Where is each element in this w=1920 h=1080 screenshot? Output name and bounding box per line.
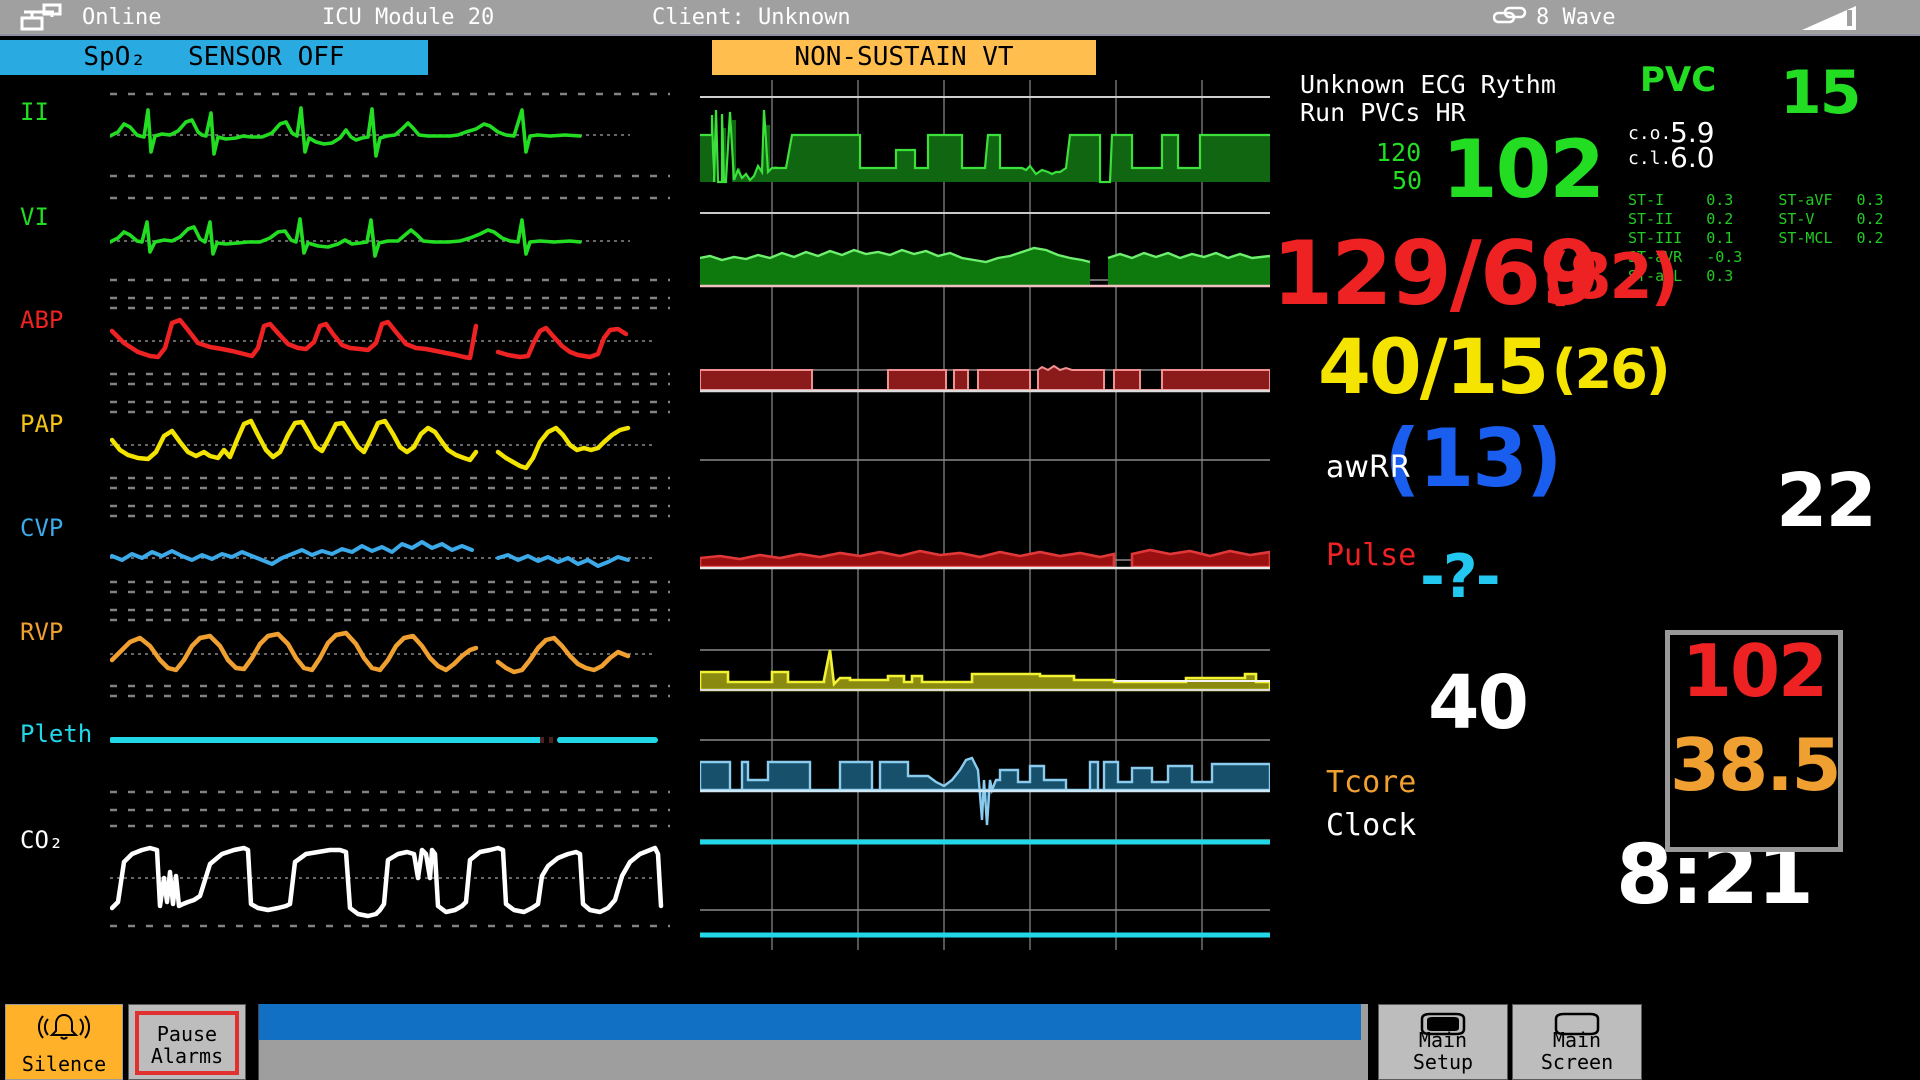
wave-layout-icon	[1493, 6, 1527, 28]
bell-alarm-icon	[34, 1011, 94, 1043]
status-bar-divider	[0, 34, 1920, 36]
heart-rate-value[interactable]: 102	[1442, 123, 1603, 216]
spo2-banner-message: SENSOR OFF	[188, 42, 345, 72]
wave-label-cvp: CVP	[20, 514, 63, 542]
waveform-trace-pap	[110, 390, 670, 494]
st-value: 0.3	[1690, 268, 1748, 285]
rvp-value[interactable]: -?-	[1420, 542, 1499, 612]
st-value: 0.2	[1841, 211, 1890, 228]
waveform-trace-cvp	[110, 494, 670, 598]
silence-alarm-button[interactable]: Silence	[5, 1004, 123, 1080]
module-name: ICU Module 20	[322, 0, 494, 36]
pap-value[interactable]: 40/15	[1318, 322, 1547, 411]
wave-label-ii: II	[20, 98, 49, 126]
bottom-button-bar: Silence Pause Alarms Main Setup	[0, 1002, 1920, 1080]
co2-value[interactable]: 40	[1428, 660, 1527, 746]
st-name: ST-I	[1628, 192, 1688, 209]
pulse-label: Pulse	[1326, 538, 1416, 573]
main-screen-label-line1: Main	[1513, 1029, 1641, 1051]
wave-mode-label[interactable]: 8 Wave	[1536, 0, 1615, 36]
cardiac-index-value[interactable]: 6.0	[1670, 141, 1715, 174]
ecg-rhythm-line1: Unknown ECG Rythm	[1300, 70, 1556, 99]
temperature-value: 38.5	[1670, 723, 1838, 807]
st-value: 0.3	[1841, 192, 1890, 209]
table-row: ST-II 0.2 ST-V 0.2	[1628, 211, 1890, 228]
cardiac-output-label: c.o.	[1628, 123, 1671, 144]
waveform-trace-rvp	[110, 598, 670, 702]
arrhythmia-banner-message: NON-SUSTAIN VT	[794, 42, 1013, 72]
table-row: ST-I 0.3 ST-aVF 0.3	[1628, 192, 1890, 209]
trend-panel	[700, 80, 1270, 950]
status-progress-bar[interactable]	[258, 1004, 1368, 1080]
pulse-value: 102	[1670, 629, 1838, 713]
ecg-rhythm-line2: Run PVCs HR	[1300, 98, 1466, 127]
pause-button-label-line1: Pause	[129, 1023, 245, 1045]
wave-label-vi: VI	[20, 203, 49, 231]
arrhythmia-alarm-banner[interactable]: NON-SUSTAIN VT	[712, 40, 1096, 75]
st-value: -0.3	[1690, 249, 1748, 266]
main-setup-label-line1: Main	[1379, 1029, 1507, 1051]
main-screen-button[interactable]: Main Screen	[1512, 1004, 1642, 1080]
pvc-value[interactable]: 15	[1780, 58, 1860, 128]
main-setup-button[interactable]: Main Setup	[1378, 1004, 1508, 1080]
st-value: 0.2	[1841, 230, 1890, 247]
silence-button-label: Silence	[6, 1053, 122, 1075]
hr-limit-low: 50	[1392, 166, 1422, 195]
pvc-label: PVC	[1640, 60, 1716, 100]
awrr-label: awRR	[1326, 450, 1411, 485]
spo2-alarm-banner[interactable]: SpO₂ SENSOR OFF	[0, 40, 428, 75]
wave-label-rvp: RVP	[20, 618, 63, 646]
waveform-trace-vi	[110, 184, 670, 288]
wave-label-co2: CO₂	[20, 826, 63, 854]
main-screen-label-line2: Screen	[1513, 1051, 1641, 1073]
waveform-trace-abp	[110, 286, 670, 390]
connection-status: Online	[82, 0, 161, 36]
wave-label-pleth: Pleth	[20, 720, 92, 748]
main-setup-label-line2: Setup	[1379, 1051, 1507, 1073]
wave-label-abp: ABP	[20, 306, 63, 334]
monitor-screen: Online ICU Module 20 Client: Unknown 8 W…	[0, 0, 1920, 1080]
pause-alarms-button[interactable]: Pause Alarms	[128, 1004, 246, 1080]
status-bar: Online ICU Module 20 Client: Unknown 8 W…	[0, 0, 1920, 36]
network-icon	[20, 3, 64, 33]
st-value: 0.2	[1690, 211, 1748, 228]
pulse-temp-box[interactable]: 102 38.5	[1665, 630, 1843, 852]
wave-label-pap: PAP	[20, 410, 63, 438]
cardiac-index-label: c.l.	[1628, 148, 1671, 169]
pause-button-label-line2: Alarms	[129, 1045, 245, 1067]
abp-mean-value: (82)	[1542, 240, 1677, 313]
awrr-value[interactable]: 22	[1776, 458, 1875, 544]
realtime-waveform-panel: II VI ABP PAP CVP RVP Pleth CO₂	[0, 80, 680, 950]
tcore-label: Tcore	[1326, 765, 1416, 800]
st-value: 0.3	[1690, 192, 1748, 209]
client-name: Client: Unknown	[652, 0, 851, 36]
hr-limit-high: 120	[1376, 138, 1421, 167]
st-name: ST-V	[1750, 211, 1838, 228]
waveform-trace-co2	[110, 780, 670, 950]
signal-strength-icon	[1800, 4, 1860, 32]
clock-label: Clock	[1326, 808, 1416, 843]
st-name: ST-MCL	[1750, 230, 1838, 247]
waveform-trace-ii	[110, 80, 670, 184]
spo2-banner-label: SpO₂	[83, 40, 146, 75]
pap-mean-value: (26)	[1552, 338, 1669, 401]
status-progress-fill	[259, 1004, 1361, 1040]
trend-graph	[700, 80, 1270, 950]
st-name: ST-II	[1628, 211, 1688, 228]
st-name: ST-aVF	[1750, 192, 1838, 209]
st-value: 0.1	[1690, 230, 1748, 247]
